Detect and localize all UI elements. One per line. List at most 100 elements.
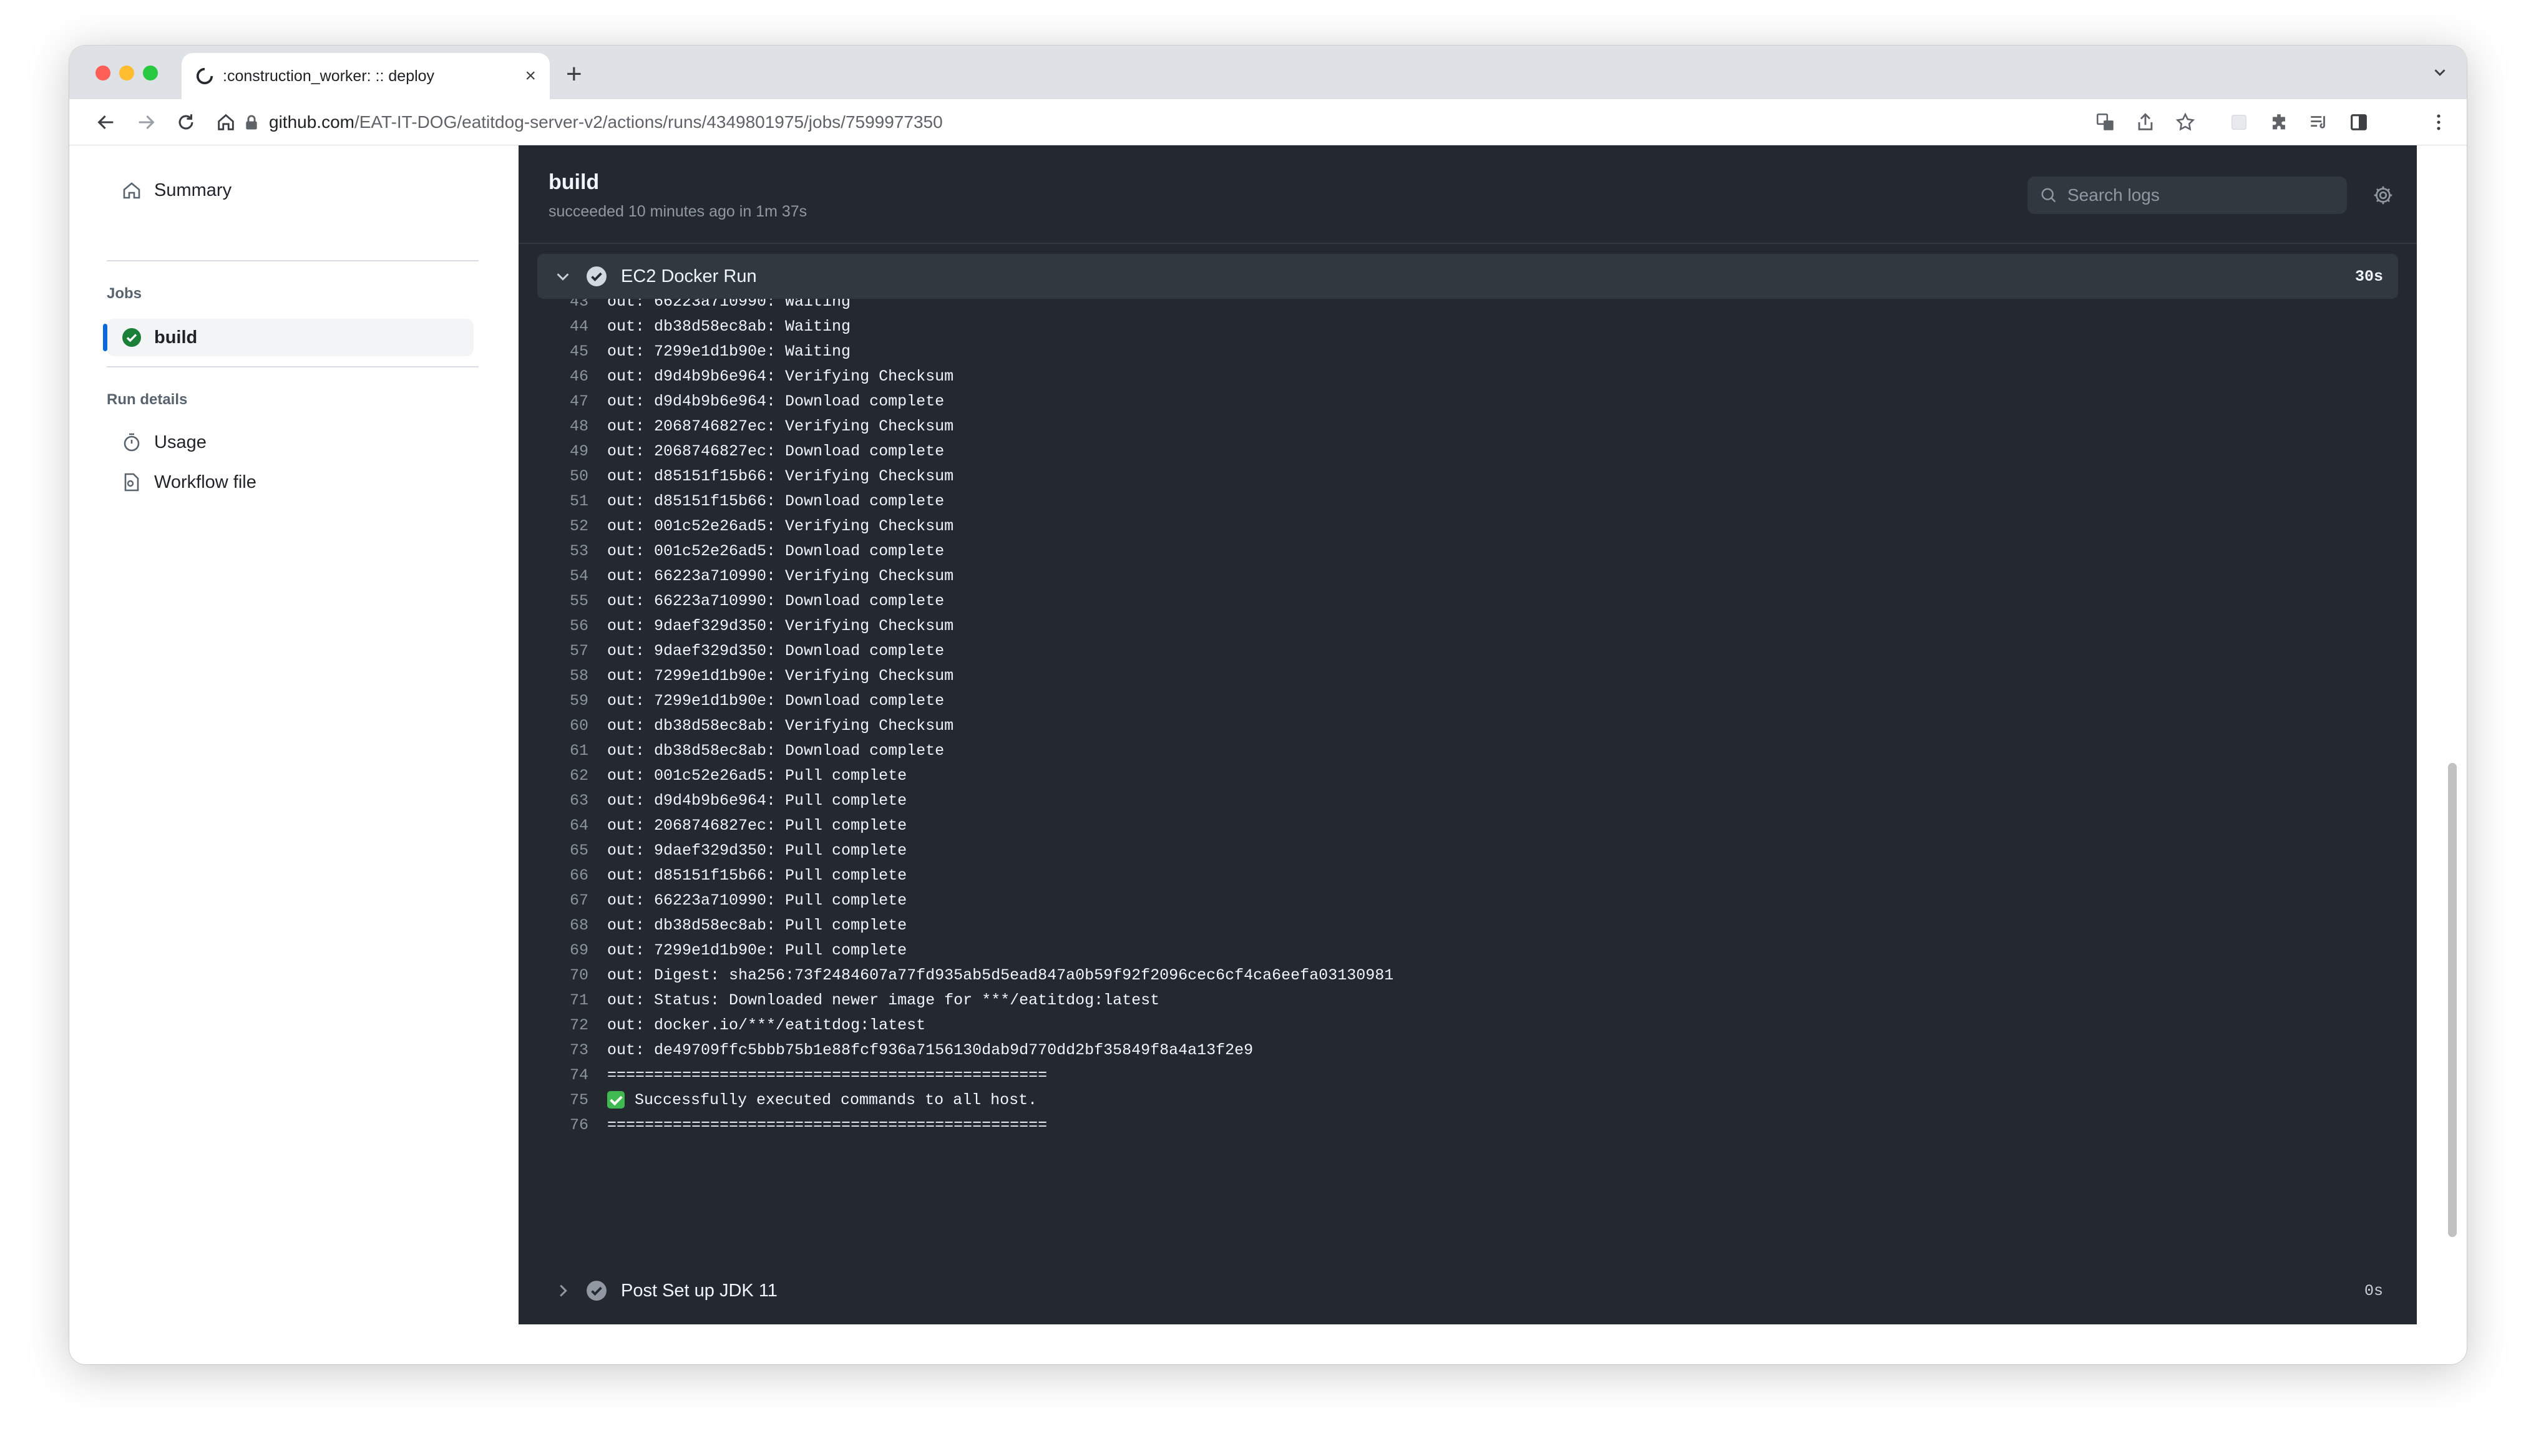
minimize-window-button[interactable] (119, 66, 134, 80)
log-line: 48 out: 2068746827ec: Verifying Checksum (519, 414, 2417, 439)
line-number[interactable]: 67 (519, 891, 588, 910)
home-icon (123, 182, 140, 199)
log-line: 71 out: Status: Downloaded newer image fo… (519, 988, 2417, 1012)
log-text-content: out: db38d58ec8ab: Download complete (607, 741, 945, 760)
line-number[interactable]: 54 (519, 567, 588, 585)
search-logs-box[interactable] (2027, 177, 2347, 214)
line-number[interactable]: 68 (519, 916, 588, 934)
back-arrow-icon[interactable] (95, 112, 117, 133)
lock-icon[interactable] (244, 114, 259, 130)
browser-window: :construction_worker: :: deploy × + gith… (69, 46, 2467, 1364)
line-number[interactable]: 48 (519, 417, 588, 435)
log-text: out: 66223a710990: Download complete (607, 592, 944, 610)
sidebar-item-label: build (154, 327, 198, 347)
log-line: 52 out: 001c52e26ad5: Verifying Checksum (519, 513, 2417, 538)
log-line: 64 out: 2068746827ec: Pull complete (519, 813, 2417, 838)
line-number[interactable]: 63 (519, 792, 588, 810)
step-post-setup-jdk[interactable]: Post Set up JDK 11 0s (537, 1268, 2398, 1313)
line-number[interactable]: 60 (519, 717, 588, 735)
line-number[interactable]: 47 (519, 392, 588, 410)
log-text: out: 66223a710990: Verifying Checksum (607, 567, 953, 585)
step-post-checkout[interactable]: Post Checkout 0s (537, 1318, 2398, 1324)
tab-close-icon[interactable]: × (525, 67, 536, 85)
github-favicon-icon (196, 67, 213, 85)
line-number[interactable]: 56 (519, 617, 588, 635)
line-number[interactable]: 49 (519, 442, 588, 460)
line-number[interactable]: 69 (519, 941, 588, 959)
translate-icon[interactable] (2095, 112, 2116, 133)
log-text: out: 7299e1d1b90e: Pull complete (607, 941, 907, 959)
line-number[interactable]: 62 (519, 767, 588, 785)
line-number[interactable]: 70 (519, 966, 588, 984)
log-text-content: out: d85151f15b66: Download complete (607, 492, 945, 510)
sidebar-divider (107, 366, 479, 367)
sidebar-item-summary[interactable]: Summary (107, 172, 474, 209)
log-text-content: out: 001c52e26ad5: Download complete (607, 541, 945, 560)
line-number[interactable]: 64 (519, 817, 588, 835)
gear-icon[interactable] (2372, 184, 2394, 206)
log-text: out: 9daef329d350: Download complete (607, 642, 944, 660)
line-number[interactable]: 52 (519, 517, 588, 535)
line-number[interactable]: 73 (519, 1041, 588, 1059)
log-text-content: out: 2068746827ec: Pull complete (607, 816, 907, 835)
chevron-down-icon (557, 273, 569, 281)
sidebar-divider (107, 260, 479, 261)
sidebar-item-usage[interactable]: Usage (107, 424, 474, 461)
tab-search-chevron-icon[interactable] (2431, 63, 2449, 82)
log-text: out: 2068746827ec: Pull complete (607, 817, 907, 835)
reload-icon[interactable] (175, 112, 197, 133)
extension-square-icon[interactable] (2228, 112, 2250, 133)
browser-menu-icon[interactable] (2428, 112, 2449, 133)
step-ec2-docker-run[interactable]: EC2 Docker Run 30s (537, 254, 2398, 299)
forward-arrow-icon[interactable] (135, 112, 157, 133)
line-number[interactable]: 66 (519, 866, 588, 885)
line-number[interactable]: 55 (519, 592, 588, 610)
extensions-puzzle-icon[interactable] (2268, 112, 2290, 133)
line-number[interactable]: 44 (519, 318, 588, 336)
log-lines: 43 out: 66223a710990: Waiting 44 out: db38d… (519, 299, 2417, 1137)
log-line: 74 ======================================… (519, 1062, 2417, 1087)
search-logs-input[interactable] (2067, 185, 2329, 205)
bookmark-star-icon[interactable] (2175, 112, 2196, 133)
line-number[interactable]: 53 (519, 542, 588, 560)
log-line: 69 out: 7299e1d1b90e: Pull complete (519, 938, 2417, 963)
log-line: 53 out: 001c52e26ad5: Download complete (519, 538, 2417, 563)
log-text: out: d9d4b9b6e964: Pull complete (607, 792, 907, 810)
line-number[interactable]: 46 (519, 367, 588, 386)
line-number[interactable]: 74 (519, 1066, 588, 1084)
home-icon[interactable] (215, 112, 237, 133)
line-number[interactable]: 59 (519, 692, 588, 710)
share-icon[interactable] (2135, 112, 2156, 133)
sidebar-item-workflow-file[interactable]: Workflow file (107, 463, 474, 501)
log-text: out: 001c52e26ad5: Verifying Checksum (607, 517, 953, 535)
side-panel-icon[interactable] (2348, 112, 2369, 133)
zoom-window-button[interactable] (143, 66, 158, 80)
line-number[interactable]: 45 (519, 342, 588, 361)
line-number[interactable]: 58 (519, 667, 588, 685)
page-scrollbar[interactable] (2448, 763, 2457, 1237)
browser-tab-active[interactable]: :construction_worker: :: deploy × (182, 53, 550, 99)
line-number[interactable]: 43 (519, 299, 588, 311)
close-window-button[interactable] (95, 66, 110, 80)
line-number[interactable]: 57 (519, 642, 588, 660)
chevron-right-icon (560, 1284, 567, 1297)
log-text: out: db38d58ec8ab: Verifying Checksum (607, 717, 953, 735)
log-text-content: out: 7299e1d1b90e: Download complete (607, 691, 945, 710)
reading-list-icon[interactable] (2308, 112, 2329, 133)
line-number[interactable]: 75 (519, 1091, 588, 1109)
log-text: out: 7299e1d1b90e: Download complete (607, 692, 944, 710)
line-number[interactable]: 65 (519, 842, 588, 860)
page-content: Summary Jobs build Run details Usage Wor… (69, 145, 2467, 1364)
new-tab-button[interactable]: + (566, 61, 582, 88)
line-number[interactable]: 72 (519, 1016, 588, 1034)
address-bar[interactable]: github.com/EAT-IT-DOG/eatitdog-server-v2… (244, 105, 2235, 139)
line-number[interactable]: 61 (519, 742, 588, 760)
line-number[interactable]: 71 (519, 991, 588, 1009)
line-number[interactable]: 51 (519, 492, 588, 510)
log-text-content: out: de49709ffc5bbb75b1e88fcf936a7156130… (607, 1041, 1254, 1059)
log-text: out: d85151f15b66: Verifying Checksum (607, 467, 953, 485)
step-name: EC2 Docker Run (621, 266, 757, 286)
sidebar-item-build-job[interactable]: build (103, 319, 474, 356)
line-number[interactable]: 76 (519, 1116, 588, 1134)
line-number[interactable]: 50 (519, 467, 588, 485)
